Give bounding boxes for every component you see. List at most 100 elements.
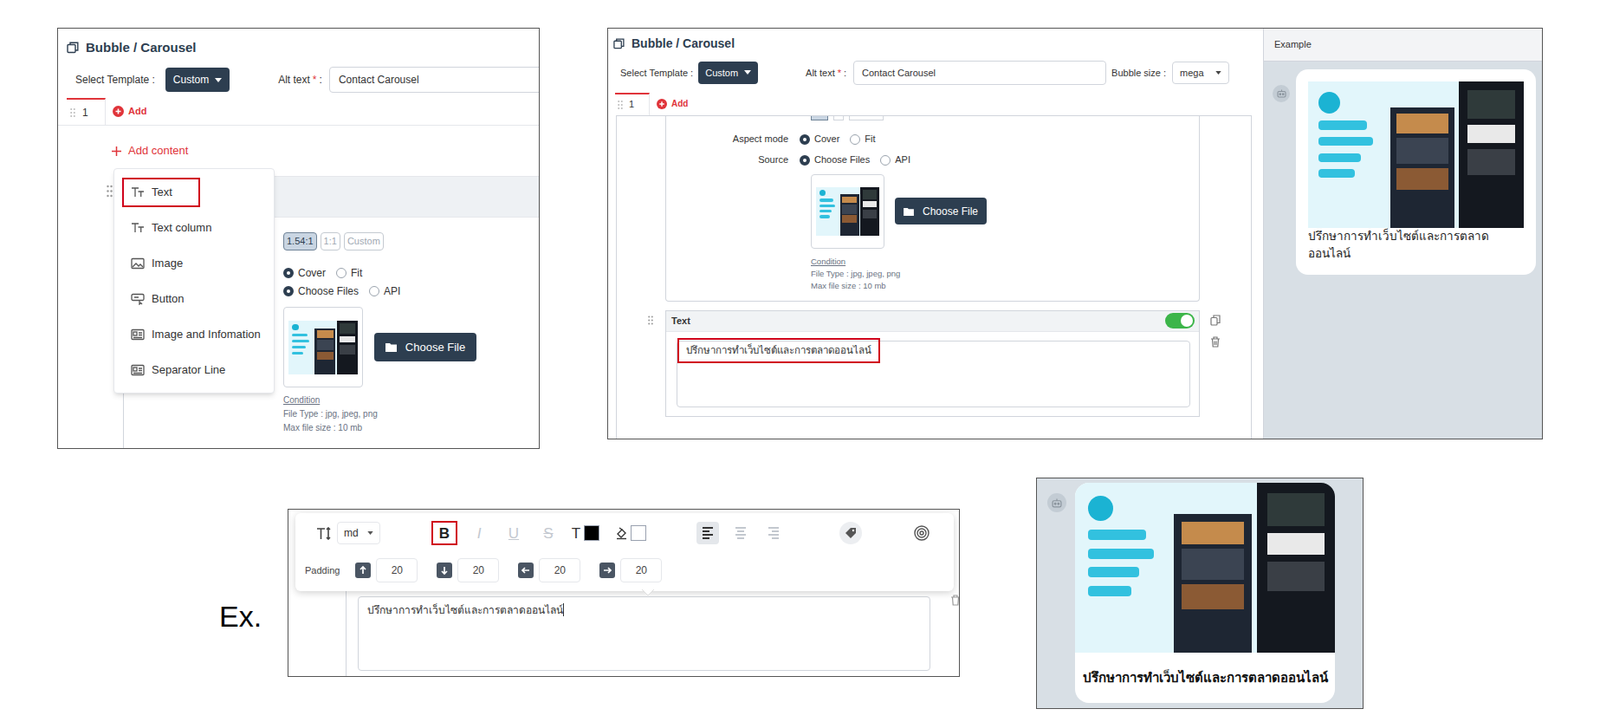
align-center-icon [733,524,748,541]
text-input[interactable]: ปรึกษาการทำเว็บไซต์และการตลาดออนไลน์ [357,595,931,671]
add-content-menu: Text Text column ImageButtonImage and Info… [113,168,275,394]
banner-image [288,320,358,375]
target-icon[interactable] [913,524,930,541]
add-tab-button[interactable]: Add [649,92,688,116]
image-thumbnail[interactable] [283,306,363,388]
radio-option[interactable]: API [880,152,911,168]
font-size-dropdown[interactable]: md [336,521,381,545]
example-label: Ex. [219,598,262,634]
padding-input[interactable]: 20 [375,557,418,583]
annotation-box: Image and Infomation [122,319,289,350]
text-color-swatch[interactable] [583,524,600,541]
content-menu-item[interactable]: Image and Infomation [114,316,274,352]
plus-circle-icon [112,105,124,117]
ratio-button[interactable]: 1.54:1 [283,232,318,251]
content-menu-item[interactable]: Button [114,280,274,317]
condition-link[interactable]: Condition [283,393,539,408]
left-editor-screenshot: Bubble / Carousel Select Template : Cust… [57,27,540,449]
radio-button[interactable] [283,267,294,279]
add-tab-button[interactable]: Add [105,97,147,125]
radio-option[interactable]: Fit [849,131,875,147]
content-menu-item[interactable]: Separator Line [114,351,274,388]
example-preview-screenshot: ปรึกษาการทำเว็บไซต์และการตลาดออนไลน์ [1036,477,1364,709]
radio-button[interactable] [849,134,861,145]
annotation-box: Text column [122,213,240,243]
enable-toggle[interactable] [1165,312,1195,329]
select-template-label: Select Template : [620,65,694,81]
radio-option[interactable]: Choose Files [283,283,359,299]
template-dropdown[interactable]: Custom [698,61,758,85]
choose-file-button[interactable]: Choose File [894,197,987,225]
bubble-size-dropdown[interactable]: mega [1172,61,1230,85]
tag-icon[interactable] [839,521,862,545]
content-menu-item[interactable]: Text column [114,209,274,246]
radio-option[interactable]: Cover [799,131,840,147]
banner-image [1308,81,1524,228]
align-left-button[interactable] [696,521,720,545]
content-menu-item[interactable]: Text [114,174,274,210]
text-input[interactable]: ปรึกษาการทำเว็บไซต์และการตลาดออนไลน์ [676,340,1191,408]
radio-button[interactable] [799,134,810,145]
plus-icon [111,146,122,156]
bold-button[interactable]: B [431,520,458,545]
fill-color-swatch[interactable] [630,524,647,541]
ratio-button[interactable]: Custom [343,232,384,251]
editor-title: Bubble / Carousel [85,38,197,59]
bubble-size-label: Bubble size : [1111,65,1166,81]
max-size-note: Max file size : 10 mb [810,279,1199,292]
radio-option[interactable]: Choose Files [799,152,870,168]
ratio-button[interactable]: 1:1 [320,232,341,251]
annotation-box: Text [122,177,201,208]
text-block: Text ปรึกษาการทำเว็บไซต์และการตลาดออนไลน… [665,310,1200,417]
strike-button[interactable]: S [535,520,562,545]
drag-handle-icon[interactable] [70,107,76,118]
radio-button[interactable] [336,267,347,279]
bubble-icon [613,38,625,50]
text-block-header: Text [666,310,1199,332]
text-icon [130,221,145,234]
radio-option[interactable]: Cover [283,265,326,281]
copy-icon[interactable] [1210,314,1221,326]
text-color-button[interactable]: T [570,525,583,541]
padding-input[interactable]: 20 [538,557,581,583]
radio-button[interactable] [369,285,380,297]
condition-link[interactable]: Condition [810,255,1199,268]
annotation-box: Image [122,248,211,279]
drag-handle-icon[interactable] [617,99,623,111]
radio-button[interactable] [880,155,891,166]
format-toolbar: md BIUS T Padding [295,512,954,591]
bubble-preview-card: ปรึกษาการทำเว็บไซต์และการตลาดออนไลน์ [1295,69,1536,275]
trash-icon[interactable] [1210,336,1221,348]
bubble-icon [66,41,79,54]
example-title: Example [1274,37,1312,52]
aspect-mode-label: Aspect mode [666,131,800,147]
choose-file-button[interactable]: Choose File [374,332,477,362]
radio-button[interactable] [283,285,294,297]
image-thumbnail[interactable] [810,174,885,249]
banner-image [816,187,880,236]
fill-color-icon[interactable] [615,526,629,540]
drag-handle-icon[interactable] [106,184,113,198]
padding-input[interactable]: 20 [620,557,662,583]
alt-text-input[interactable]: Contact Carousel [329,66,540,93]
radio-button[interactable] [799,155,810,166]
content-menu-item[interactable]: Image [114,245,274,281]
content-scroll-area: Aspect mode CoverFit Source Choose Files… [615,115,1252,439]
padding-input[interactable]: 20 [457,557,499,583]
bubble-preview-card: ปรึกษาการทำเว็บไซต์และการตลาดออนไลน์ [1075,482,1335,703]
italic-button[interactable]: I [466,520,493,545]
align-center-button[interactable] [729,521,752,545]
underline-button[interactable]: U [500,520,527,545]
text-cursor [563,602,564,616]
bubble-tab[interactable]: 1 [66,97,106,125]
bubble-tab[interactable]: 1 [615,92,650,116]
template-dropdown[interactable]: Custom [165,67,230,92]
align-right-button[interactable] [762,521,785,545]
alt-text-input[interactable]: Contact Carousel [853,60,1107,85]
radio-option[interactable]: API [369,283,401,299]
trash-icon[interactable] [950,594,960,606]
radio-option[interactable]: Fit [336,265,363,281]
drag-handle-icon[interactable] [647,314,654,326]
alt-text-label: Alt text*: [805,65,847,81]
card-icon [130,363,145,376]
